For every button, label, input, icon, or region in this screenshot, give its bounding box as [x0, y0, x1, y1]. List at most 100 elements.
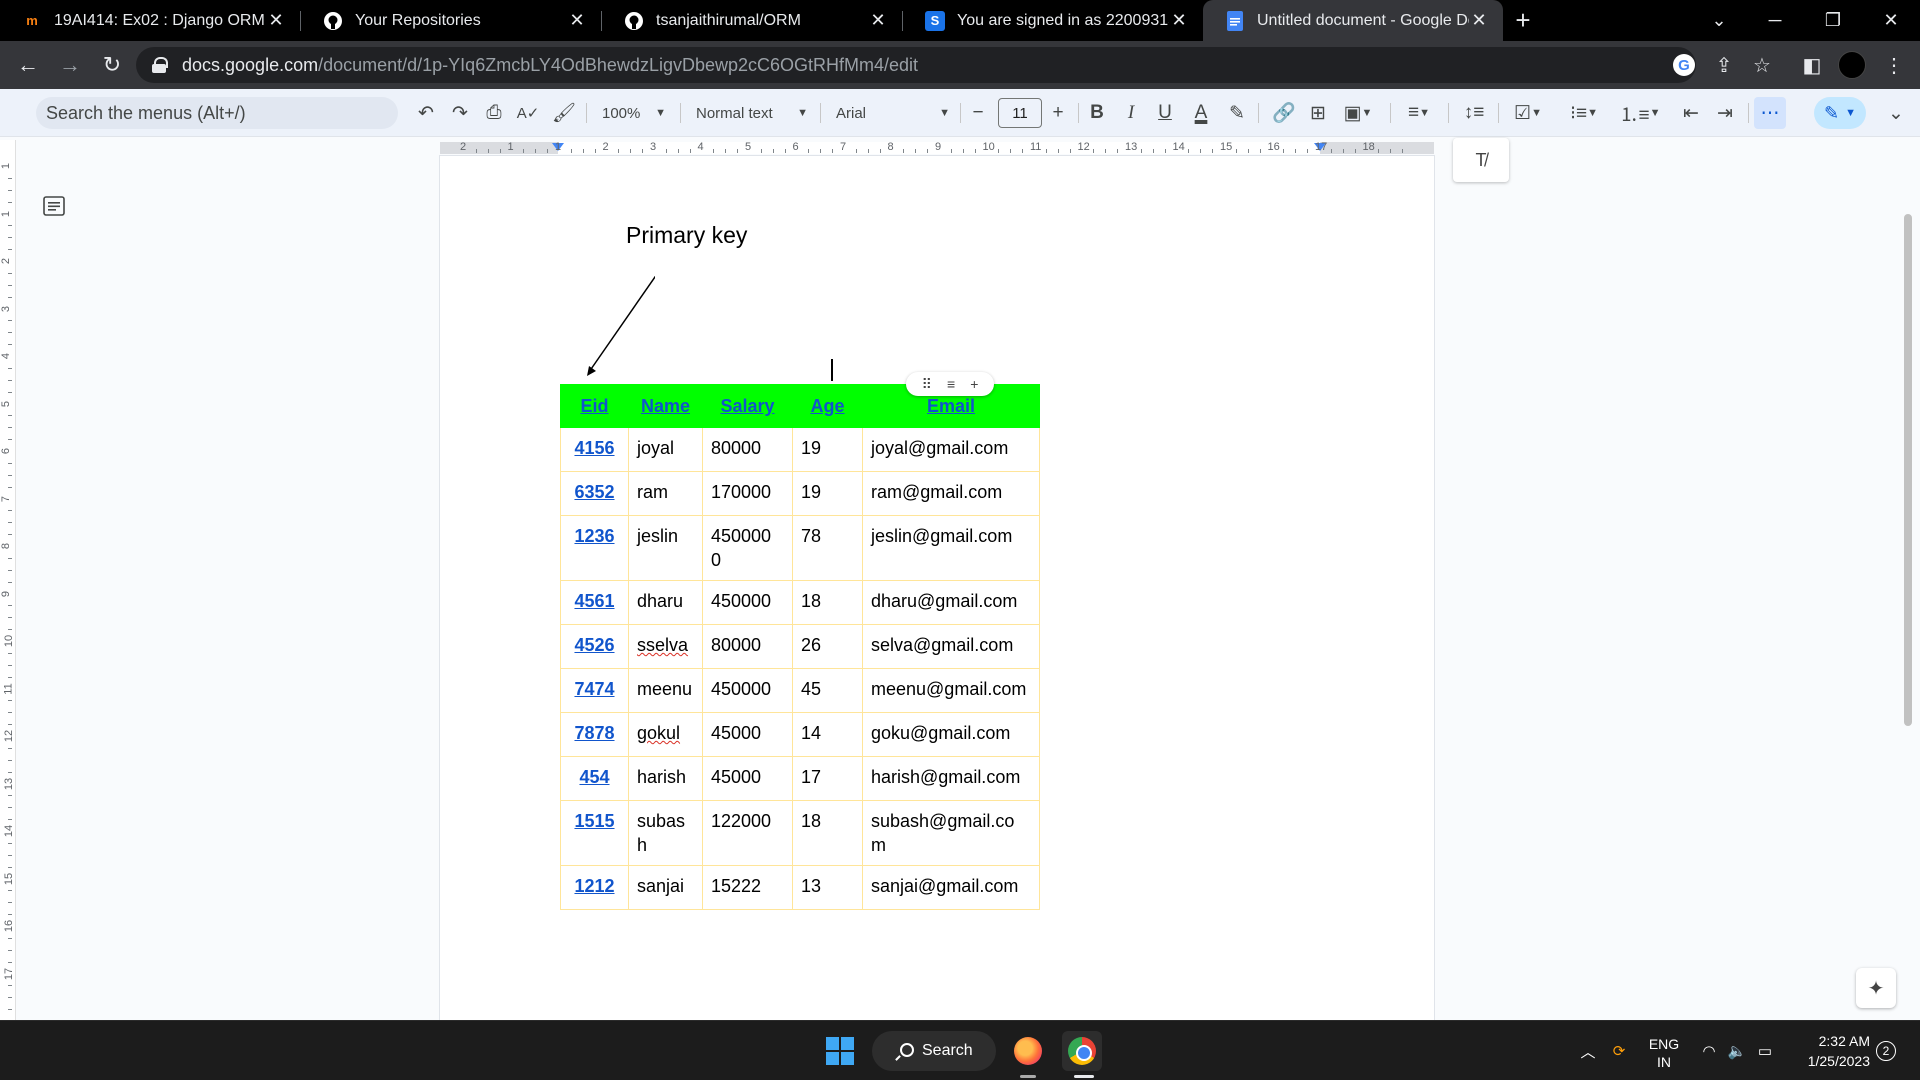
header-eid[interactable]: Eid: [560, 384, 629, 428]
cell-eid[interactable]: 4561: [560, 580, 629, 625]
clear-formatting-icon[interactable]: T̸: [1453, 138, 1509, 182]
drag-handle-icon[interactable]: ⠿: [922, 376, 932, 393]
more-options-icon[interactable]: ⋯: [1754, 97, 1786, 129]
italic-button[interactable]: I: [1116, 97, 1146, 129]
spellcheck-icon[interactable]: A✓: [512, 97, 544, 129]
cell-email[interactable]: subash@gmail.co m: [862, 800, 1040, 866]
decrease-font-size-button[interactable]: −: [964, 97, 992, 129]
underline-button[interactable]: U: [1150, 97, 1180, 129]
table-tools-handle[interactable]: ⠿ ≡ +: [906, 372, 994, 396]
insert-image-icon[interactable]: ▣ ▼: [1336, 97, 1380, 129]
paint-format-icon[interactable]: 🖌: [548, 97, 580, 129]
cell-email[interactable]: harish@gmail.com: [862, 756, 1040, 801]
close-icon[interactable]: ✕: [1169, 10, 1189, 31]
cell-age[interactable]: 18: [792, 580, 863, 625]
link-icon[interactable]: 🔗: [1268, 97, 1300, 129]
cell-eid[interactable]: 454: [560, 756, 629, 801]
cell-eid[interactable]: 4526: [560, 624, 629, 669]
cell-name[interactable]: gokul: [628, 712, 703, 757]
cell-email[interactable]: jeslin@gmail.com: [862, 515, 1040, 581]
cell-eid[interactable]: 1515: [560, 800, 629, 866]
header-salary[interactable]: Salary: [702, 384, 793, 428]
close-icon[interactable]: ✕: [1469, 10, 1489, 31]
chrome-icon[interactable]: [1062, 1031, 1102, 1071]
checklist-icon[interactable]: ☑ ▼: [1506, 97, 1550, 129]
cell-email[interactable]: meenu@gmail.com: [862, 668, 1040, 713]
cell-age[interactable]: 17: [792, 756, 863, 801]
side-panel-icon[interactable]: ◧: [1796, 49, 1828, 81]
sort-icon[interactable]: ≡: [947, 376, 955, 392]
cell-name[interactable]: dharu: [628, 580, 703, 625]
tab-moodle[interactable]: m 19AI414: Ex02 : Django ORM We ✕: [0, 0, 300, 41]
new-tab-button[interactable]: +: [1503, 0, 1543, 41]
zoom-select[interactable]: 100% ▼: [596, 97, 672, 129]
cell-name[interactable]: sanjai: [628, 865, 703, 910]
header-name[interactable]: Name: [628, 384, 703, 428]
cell-salary[interactable]: 80000: [702, 624, 793, 669]
browser-menu-icon[interactable]: ⋮: [1878, 49, 1910, 81]
cell-salary[interactable]: 80000: [702, 427, 793, 472]
language-indicator[interactable]: ENG IN: [1644, 1035, 1684, 1071]
cell-salary[interactable]: 450000: [702, 580, 793, 625]
cell-age[interactable]: 19: [792, 471, 863, 516]
tab-signed-in[interactable]: S You are signed in as 22009315 ✕: [903, 0, 1203, 41]
editing-mode-button[interactable]: ✎ ▼: [1814, 97, 1866, 129]
tab-search-icon[interactable]: ⌄: [1690, 0, 1748, 41]
reload-button[interactable]: ↻: [92, 45, 132, 85]
battery-icon[interactable]: ▭: [1752, 1021, 1778, 1080]
cell-age[interactable]: 14: [792, 712, 863, 757]
line-spacing-icon[interactable]: ↕≡: [1458, 97, 1490, 129]
cell-salary[interactable]: 450000 0: [702, 515, 793, 581]
cell-eid[interactable]: 4156: [560, 427, 629, 472]
header-age[interactable]: Age: [792, 384, 863, 428]
add-comment-icon[interactable]: ⊞: [1302, 97, 1334, 129]
cell-email[interactable]: sanjai@gmail.com: [862, 865, 1040, 910]
close-icon[interactable]: ✕: [567, 10, 587, 31]
cell-eid[interactable]: 7474: [560, 668, 629, 713]
share-icon[interactable]: ⇪: [1708, 49, 1740, 81]
cell-age[interactable]: 19: [792, 427, 863, 472]
document-outline-icon[interactable]: [40, 192, 68, 220]
cell-email[interactable]: selva@gmail.com: [862, 624, 1040, 669]
cell-salary[interactable]: 45000: [702, 756, 793, 801]
font-size-input[interactable]: 11: [998, 98, 1042, 128]
tab-orm-repo[interactable]: tsanjaithirumal/ORM ✕: [602, 0, 902, 41]
cell-name[interactable]: ram: [628, 471, 703, 516]
volume-icon[interactable]: 🔈: [1724, 1021, 1750, 1080]
cell-email[interactable]: ram@gmail.com: [862, 471, 1040, 516]
restore-button[interactable]: ❐: [1804, 0, 1862, 41]
cell-eid[interactable]: 1236: [560, 515, 629, 581]
hide-menus-chevron-icon[interactable]: ⌄: [1880, 97, 1912, 129]
close-icon[interactable]: ✕: [266, 10, 286, 31]
cell-age[interactable]: 45: [792, 668, 863, 713]
profile-avatar[interactable]: [1836, 49, 1868, 81]
taskbar-clock[interactable]: 2:32 AM 1/25/2023: [1790, 1031, 1870, 1071]
redo-icon[interactable]: ↷: [444, 97, 476, 129]
print-icon[interactable]: ⎙: [478, 97, 510, 129]
highlight-icon[interactable]: ✎: [1222, 97, 1252, 129]
cell-eid[interactable]: 6352: [560, 471, 629, 516]
bold-button[interactable]: B: [1082, 97, 1112, 129]
sync-icon[interactable]: ⟳: [1604, 1021, 1634, 1080]
cell-eid[interactable]: 7878: [560, 712, 629, 757]
vertical-scrollbar[interactable]: [1904, 214, 1912, 726]
cell-salary[interactable]: 122000: [702, 800, 793, 866]
numbered-list-icon[interactable]: ⒈≡ ▼: [1618, 97, 1662, 129]
notification-badge[interactable]: 2: [1876, 1041, 1896, 1061]
cell-email[interactable]: dharu@gmail.com: [862, 580, 1040, 625]
cell-age[interactable]: 26: [792, 624, 863, 669]
cell-email[interactable]: joyal@gmail.com: [862, 427, 1040, 472]
cell-name[interactable]: subas h: [628, 800, 703, 866]
employee-table[interactable]: Eid Name Salary Age Email 4156 joyal 80000…: [560, 384, 1040, 910]
cell-name[interactable]: harish: [628, 756, 703, 801]
cell-name[interactable]: joyal: [628, 427, 703, 472]
bookmark-star-icon[interactable]: ☆: [1746, 49, 1778, 81]
cell-salary[interactable]: 170000: [702, 471, 793, 516]
bulleted-list-icon[interactable]: ⁝≡ ▼: [1562, 97, 1606, 129]
text-color-button[interactable]: A: [1186, 97, 1216, 129]
cell-name[interactable]: meenu: [628, 668, 703, 713]
firefox-icon[interactable]: [1008, 1031, 1048, 1071]
undo-icon[interactable]: ↶: [410, 97, 442, 129]
increase-indent-icon[interactable]: ⇥: [1710, 97, 1740, 129]
cell-name[interactable]: sselva: [628, 624, 703, 669]
